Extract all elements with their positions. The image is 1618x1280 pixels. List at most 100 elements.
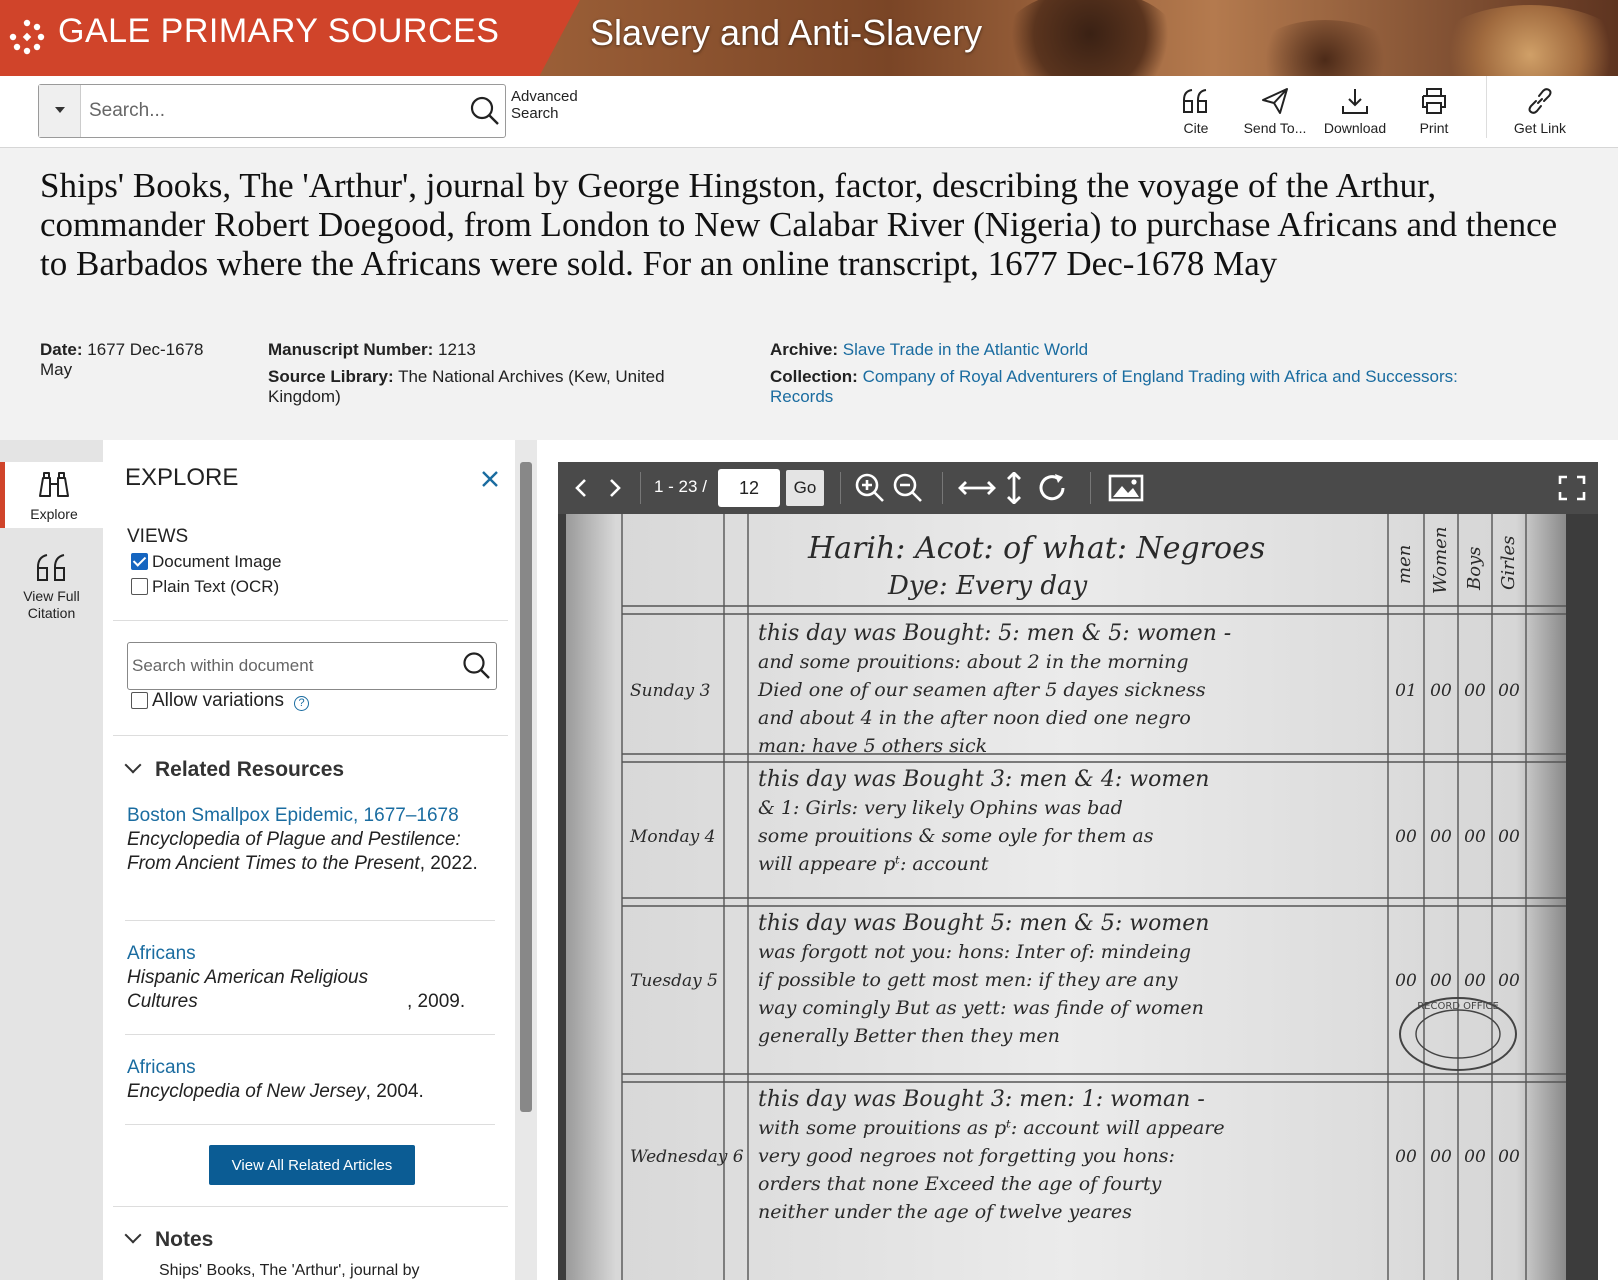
search-input[interactable] (89, 93, 449, 129)
ledger-line: generally Better then they men (758, 1025, 1060, 1047)
ledger-line: with some prouitions as pᵗ: account will… (758, 1117, 1225, 1139)
toolbar-separator (840, 472, 841, 504)
archive-link[interactable]: Slave Trade in the Atlantic World (843, 340, 1088, 359)
checkbox-unchecked[interactable] (131, 692, 148, 709)
collection-title[interactable]: Slavery and Anti-Slavery (590, 12, 982, 54)
ledger-line: this day was Bought: 5: men & 5: women - (758, 621, 1231, 646)
archive-label: Archive: (770, 340, 839, 359)
print-button[interactable]: Print (1392, 86, 1476, 142)
notes-toggle[interactable]: Notes (124, 1226, 214, 1252)
next-page-icon[interactable] (598, 472, 630, 504)
toolbar-separator (942, 472, 943, 504)
fit-height-icon[interactable] (998, 472, 1030, 504)
related-item-link[interactable]: Africans (127, 1056, 497, 1080)
related-item-year: , 2022. (419, 853, 478, 874)
ledger-line: way comingly But as yett: was finde of w… (758, 997, 1204, 1019)
ledger-tally: 00 (1430, 1147, 1452, 1167)
views-label: VIEWS (127, 526, 189, 547)
banner-painting (1000, 0, 1180, 76)
divider (113, 1206, 508, 1207)
related-item-source: Encyclopedia of Plague and Pestilence: F… (127, 829, 461, 874)
ledger-column-boys: Boys (1464, 547, 1485, 591)
ledger-line: & 1: Girls: very likely Ophins was bad (758, 797, 1123, 819)
fit-width-icon[interactable] (958, 472, 996, 504)
ledger-tally: 00 (1395, 1147, 1417, 1167)
chevron-down-icon (124, 1226, 142, 1244)
help-icon[interactable]: ? (294, 696, 309, 711)
manuscript-label: Manuscript Number: (268, 340, 434, 359)
ledger-line: and some prouitions: about 2 in the morn… (758, 651, 1189, 673)
rail-item-explore[interactable]: Explore (0, 462, 103, 528)
rail-item-view-full-citation[interactable]: View Full Citation (0, 550, 103, 621)
brand-title[interactable]: GALE PRIMARY SOURCES (58, 12, 499, 51)
download-label: Download (1323, 120, 1387, 136)
related-resources-toggle[interactable]: Related Resources (124, 756, 344, 782)
search-icon[interactable] (462, 651, 492, 681)
view-all-related-button[interactable]: View All Related Articles (209, 1145, 415, 1185)
related-item-link[interactable]: Boston Smallpox Epidemic, 1677–1678 (127, 804, 497, 828)
related-item-source: Hispanic American Religious Cultures (127, 967, 369, 1012)
explore-title: EXPLORE (125, 464, 239, 491)
previous-page-icon[interactable] (566, 472, 598, 504)
document-page-image[interactable]: Harih: Acot: of what: Negroes Dye: Every… (558, 514, 1598, 1280)
view-document-image-option[interactable]: Document Image (131, 552, 281, 572)
image-settings-icon[interactable] (1108, 472, 1144, 504)
divider (125, 1034, 495, 1035)
zoom-in-icon[interactable] (854, 472, 886, 504)
ledger-line: this day was Bought 3: men & 4: women (758, 767, 1209, 792)
ledger-line: this day was Bought 3: men: 1: woman - (758, 1087, 1205, 1112)
ledger-column-men: men (1394, 545, 1415, 584)
ledger-tally: 00 (1498, 827, 1520, 847)
search-icon[interactable] (469, 95, 501, 127)
chevron-down-icon (124, 756, 142, 774)
ledger-line: very good negroes not forgetting you hon… (758, 1145, 1175, 1167)
go-button[interactable]: Go (786, 470, 824, 506)
download-icon (1342, 89, 1368, 114)
ledger-line: some prouitions & some oyle for them as (758, 825, 1154, 847)
search-within-input[interactable] (132, 653, 452, 679)
search-within-box (127, 642, 497, 690)
caret-down-icon (55, 107, 65, 113)
ledger-line: was forgott not you: hons: Inter of: min… (758, 941, 1191, 963)
ledger-tally: 00 (1395, 827, 1417, 847)
left-rail: Explore View Full Citation (0, 440, 103, 1280)
fullscreen-icon[interactable] (1558, 472, 1586, 504)
view-plain-text-option[interactable]: Plain Text (OCR) (131, 577, 279, 597)
ledger-tally: 00 (1498, 1147, 1520, 1167)
zoom-out-icon[interactable] (892, 472, 924, 504)
cite-button[interactable]: Cite (1154, 86, 1238, 142)
header-banner: GALE PRIMARY SOURCES Slavery and Anti-Sl… (0, 0, 1618, 76)
download-button[interactable]: Download (1313, 86, 1397, 142)
related-item-link[interactable]: Africans (127, 942, 497, 966)
close-icon[interactable] (477, 466, 503, 492)
toolbar-divider (1486, 76, 1487, 138)
cite-icon (1183, 89, 1207, 113)
checkbox-unchecked[interactable] (131, 578, 148, 595)
ledger-tally: 00 (1430, 827, 1452, 847)
ledger-tally: 00 (1464, 1147, 1486, 1167)
notes-title: Notes (155, 1228, 214, 1251)
ledger-heading: Harih: Acot: of what: Negroes (807, 531, 1265, 566)
archive-meta: Archive: Slave Trade in the Atlantic Wor… (770, 340, 1530, 360)
print-icon (1422, 88, 1446, 114)
ledger-line: if possible to gett most men: if they ar… (758, 969, 1178, 991)
get-link-button[interactable]: Get Link (1498, 86, 1582, 142)
date-label: Date: (40, 340, 83, 359)
collection-link[interactable]: Company of Royal Adventurers of England … (770, 367, 1458, 406)
ledger-tally: 00 (1430, 681, 1452, 701)
rotate-icon[interactable] (1036, 472, 1068, 504)
advanced-search-link[interactable]: Advanced Search (511, 88, 581, 122)
ledger-tally: 00 (1464, 681, 1486, 701)
search-box (38, 84, 506, 138)
allow-variations-option[interactable]: Allow variations? (131, 690, 309, 712)
manuscript-meta: Manuscript Number: 1213 (268, 340, 708, 360)
explore-scrollbar-thumb[interactable] (520, 462, 532, 1112)
related-item: Africans Encyclopedia of New Jersey, 200… (127, 1056, 497, 1104)
send-to-button[interactable]: Send To... (1233, 86, 1317, 142)
search-scope-dropdown[interactable] (39, 85, 81, 137)
checkbox-checked[interactable] (131, 553, 148, 570)
ledger-line: this day was Bought 5: men & 5: women (758, 911, 1209, 936)
page-number-input[interactable] (718, 469, 780, 507)
view-document-image-label: Document Image (152, 552, 282, 571)
document-header: Ships' Books, The 'Arthur', journal by G… (0, 148, 1618, 440)
